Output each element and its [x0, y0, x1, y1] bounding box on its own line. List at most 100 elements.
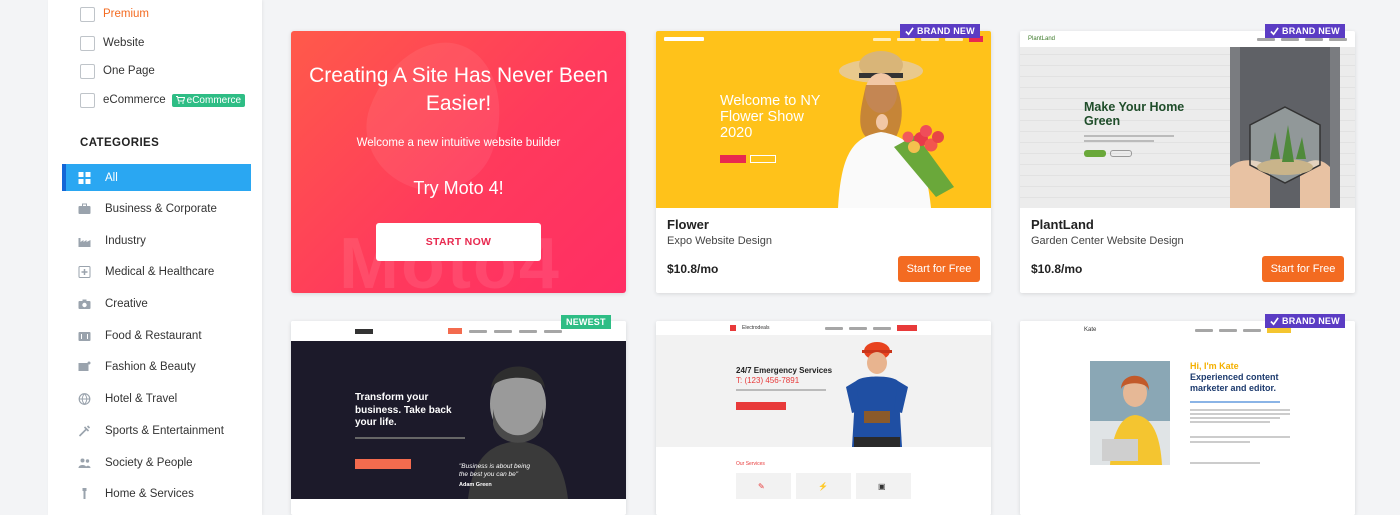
check-icon	[1270, 316, 1279, 325]
newest-badge: NEWEST	[561, 315, 611, 329]
template-card-kate[interactable]: Kate Hi, I'm Kate Experienced content ma…	[1020, 321, 1355, 515]
thumb-button-outline	[1110, 150, 1132, 157]
thumb-headline: Make Your Home Green	[1084, 100, 1185, 128]
ecommerce-checkbox[interactable]	[80, 92, 95, 108]
ecommerce-label: eCommerce	[103, 94, 166, 106]
thumb-logo: PlantLand	[1028, 36, 1056, 42]
category-sports-entertainment[interactable]: Sports & Entertainment	[62, 417, 251, 444]
categories-heading: CATEGORIES	[80, 137, 160, 149]
thumb-hero	[656, 335, 991, 447]
thumb-nav-item	[519, 329, 537, 333]
template-thumbnail[interactable]: PlantLand Make Your Home Green	[1020, 31, 1355, 208]
briefcase-icon	[78, 203, 91, 214]
template-subtitle: Expo Website Design	[667, 235, 772, 247]
thumb-nav-item	[825, 326, 843, 330]
thumb-person-name: Adam Green	[459, 482, 492, 488]
category-label: Industry	[105, 234, 146, 247]
start-now-button[interactable]: START NOW	[376, 223, 541, 261]
thumb-logo	[664, 37, 704, 41]
category-food-restaurant[interactable]: Food & Restaurant	[62, 322, 251, 349]
thumb-headline: Transform your business. Take back your …	[355, 392, 452, 428]
template-card-plantland[interactable]: PlantLand Make Your Home Green PlantLand…	[1020, 31, 1355, 293]
template-card-flower[interactable]: Welcome to NY Flower Show 2020 Flower Ex…	[656, 31, 991, 293]
filter-ecommerce[interactable]: eCommerce eCommerce	[80, 91, 246, 109]
thumb-text-line	[1190, 441, 1250, 443]
category-label: Society & People	[105, 456, 193, 469]
camera-icon	[78, 299, 91, 309]
thumb-nav-item	[469, 329, 487, 333]
website-checkbox[interactable]	[80, 35, 95, 51]
one-page-label: One Page	[103, 65, 155, 77]
category-industry[interactable]: Industry	[62, 227, 251, 254]
check-icon	[905, 26, 914, 35]
ecommerce-badge: eCommerce	[171, 93, 246, 107]
thumb-logo: Kate	[1084, 327, 1097, 333]
brand-new-badge: BRAND NEW	[1265, 314, 1345, 328]
category-hotel-travel[interactable]: Hotel & Travel	[62, 385, 251, 412]
badge-text: BRAND NEW	[1282, 26, 1340, 36]
category-home-services[interactable]: Home & Services	[62, 480, 251, 507]
thumb-headline: 24/7 Emergency Services	[736, 366, 833, 375]
thumb-text-line	[1190, 413, 1290, 415]
category-label: Food & Restaurant	[105, 329, 202, 342]
kate-photo	[1090, 361, 1170, 465]
premium-label: Premium	[103, 8, 150, 20]
thumb-button	[736, 402, 786, 410]
thumb-text-line	[1190, 421, 1270, 423]
plug-icon: ⚡	[818, 482, 828, 491]
template-card-electrician[interactable]: Electrodeals 24/7 Emergency Services T: …	[656, 321, 991, 515]
thumb-text-line	[1084, 135, 1174, 137]
template-subtitle: Garden Center Website Design	[1031, 235, 1184, 247]
thumb-text-line	[736, 389, 826, 391]
badge-text: BRAND NEW	[1282, 316, 1340, 326]
template-thumbnail[interactable]: Electrodeals 24/7 Emergency Services T: …	[656, 321, 991, 515]
thumb-social-links	[1190, 462, 1260, 464]
template-thumbnail[interactable]: Kate Hi, I'm Kate Experienced content ma…	[1020, 321, 1355, 515]
one-page-checkbox[interactable]	[80, 63, 95, 79]
woman-at-laptop-image	[1090, 361, 1170, 465]
thumb-service-box: ⚡	[796, 473, 851, 499]
start-for-free-button[interactable]: Start for Free	[898, 256, 980, 282]
filter-sidebar: Premium Website One Page eCommerce eComm…	[48, 0, 262, 515]
brand-new-badge: BRAND NEW	[1265, 24, 1345, 38]
people-icon	[78, 458, 91, 468]
template-thumbnail[interactable]: Transform your business. Take back your …	[291, 341, 626, 499]
category-medical-healthcare[interactable]: Medical & Healthcare	[62, 258, 251, 285]
category-fashion-beauty[interactable]: Fashion & Beauty	[62, 353, 251, 380]
badge-text: BRAND NEW	[917, 26, 975, 36]
filter-premium[interactable]: Premium	[80, 5, 149, 23]
filter-website[interactable]: Website	[80, 34, 144, 52]
thumb-text-line	[355, 437, 465, 439]
thumb-nav-item	[873, 326, 891, 330]
category-business-corporate[interactable]: Business & Corporate	[62, 195, 251, 222]
thumb-text-line	[1190, 417, 1280, 419]
thumb-button	[720, 155, 746, 163]
template-thumbnail[interactable]: Welcome to NY Flower Show 2020	[656, 31, 991, 208]
category-label: Home & Services	[105, 487, 194, 500]
promo-title: Creating A Site Has Never Been Easier!	[309, 64, 608, 115]
category-label: Business & Corporate	[105, 202, 217, 215]
person-holding-terrarium-image	[1230, 47, 1340, 208]
filter-one-page[interactable]: One Page	[80, 62, 155, 80]
thumb-button-outline	[750, 155, 776, 163]
template-title[interactable]: Flower	[667, 217, 709, 232]
category-creative[interactable]: Creative	[62, 290, 251, 317]
thumb-text-line	[1190, 409, 1290, 411]
category-all[interactable]: All	[62, 164, 251, 191]
thumb-nav-item	[1219, 328, 1237, 332]
thumb-phone: T: (123) 456-7891	[736, 376, 800, 385]
thumb-nav-item	[873, 37, 891, 41]
category-society-people[interactable]: Society & People	[62, 449, 251, 476]
promo-try-text: Try Moto 4!	[413, 178, 504, 198]
thumb-service-box: ▣	[856, 473, 911, 499]
factory-icon	[78, 237, 91, 247]
food-icon	[78, 331, 91, 341]
fashion-icon	[78, 361, 91, 371]
template-card-coach[interactable]: Transform your business. Take back your …	[291, 321, 626, 515]
thumb-text-line	[1190, 436, 1290, 438]
start-for-free-button[interactable]: Start for Free	[1262, 256, 1344, 282]
cart-icon	[175, 96, 185, 104]
premium-checkbox[interactable]	[80, 6, 95, 22]
sports-icon	[78, 424, 91, 437]
template-title[interactable]: PlantLand	[1031, 217, 1094, 232]
